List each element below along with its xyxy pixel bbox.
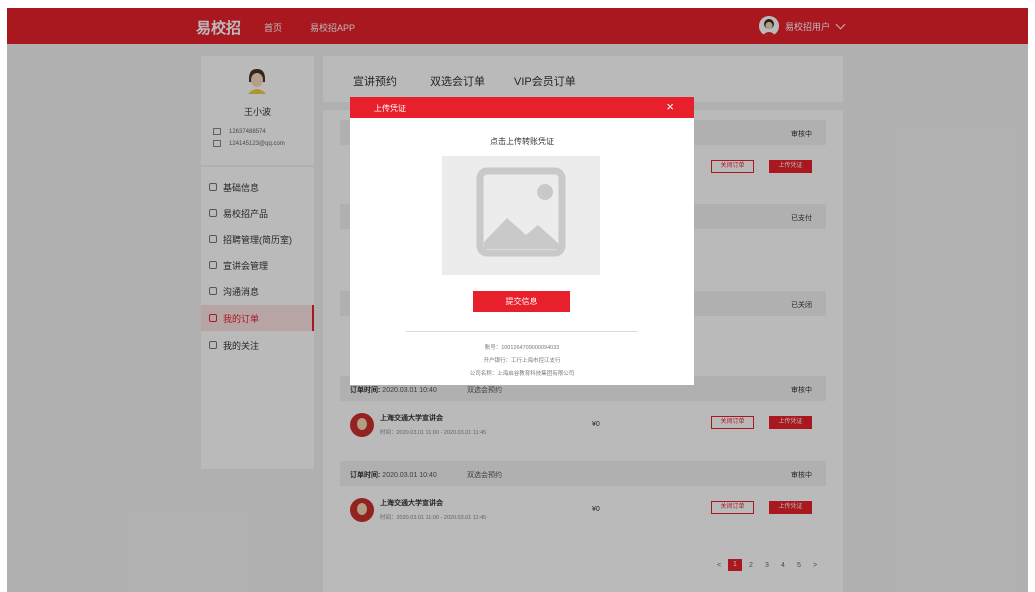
upload-proof-modal: 上传凭证 × 点击上传转账凭证 提交信息 账号：1001264709000094… [350,97,694,385]
image-placeholder-icon [476,167,566,257]
modal-header: 上传凭证 × [350,97,694,118]
bank-name: 开户银行：工行上海市控江支行 [483,358,561,364]
upload-tip: 点击上传转账凭证 [490,137,554,146]
close-icon[interactable]: × [666,100,674,114]
app-frame: 易校招 首页 易校招APP 易校招用户 王小波 12637488574 1241… [7,8,1028,592]
modal-divider [406,331,638,332]
bank-account: 账号：1001264709000094033 [484,345,560,351]
modal-title: 上传凭证 [374,104,406,113]
upload-area[interactable] [442,156,600,275]
submit-button[interactable]: 提交信息 [473,291,570,312]
company-name: 公司名称：上海启谷教育科技集团有限公司 [469,371,575,377]
